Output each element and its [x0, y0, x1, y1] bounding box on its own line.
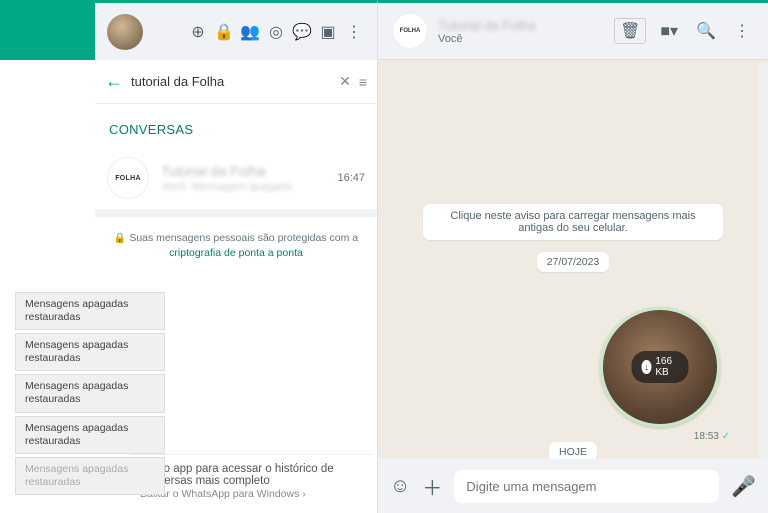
chat-header: FOLHA Tutorial da Folha Você 🗑 ■▾ 🔍 ⋮ — [378, 3, 768, 60]
chat-list-item[interactable]: FOLHA Tutorial da Folha Você: Mensagem a… — [95, 147, 377, 217]
overlay-item[interactable]: Mensagens apagadas restauradas — [15, 374, 165, 412]
clear-search-icon[interactable]: ✕ — [339, 73, 351, 90]
overlay-item[interactable]: Mensagens apagadas restauradas — [15, 416, 165, 454]
voice-media-thumbnail[interactable]: 166 KB — [600, 307, 720, 427]
composer: ☺ ＋ 🎤 — [378, 459, 768, 513]
chat-item-time: 16:47 — [337, 172, 365, 184]
overlay-item[interactable]: Mensagens apagadas restauradas — [15, 292, 165, 330]
lock-small-icon: 🔒 — [114, 233, 126, 244]
video-call-icon[interactable]: ■▾ — [656, 21, 682, 41]
promo-title: Use o app para acessar o histórico de co… — [140, 463, 363, 487]
chat-panel: FOLHA Tutorial da Folha Você 🗑 ■▾ 🔍 ⋮ Cl… — [378, 0, 768, 513]
check-icon: ✓ — [722, 431, 730, 442]
new-contact-icon[interactable]: ⊕ — [187, 21, 209, 43]
chat-menu-icon[interactable]: ⋮ — [730, 21, 754, 41]
search-bar: ← ✕ ≡ — [95, 60, 377, 104]
search-input[interactable] — [131, 74, 331, 89]
message-meta: 18:53 ✓ — [600, 431, 740, 442]
mic-icon[interactable]: 🎤 — [731, 474, 756, 499]
notification-overlay: Mensagens apagadas restauradas Mensagens… — [15, 292, 165, 498]
media-message[interactable]: 166 KB 18:53 ✓ — [600, 307, 740, 442]
section-label: CONVERSAS — [95, 104, 377, 147]
communities-icon[interactable]: 👥 — [239, 21, 261, 43]
user-avatar[interactable] — [107, 14, 143, 50]
chat-item-subtitle: Você: Mensagem apagada — [161, 181, 337, 193]
overlay-item[interactable]: Mensagens apagadas restauradas — [15, 333, 165, 371]
overlay-item[interactable]: Mensagens apagadas restauradas — [15, 457, 165, 495]
add-icon[interactable]: ▣ — [317, 21, 339, 43]
search-chat-icon[interactable]: 🔍 — [692, 21, 720, 41]
message-input[interactable] — [454, 470, 719, 503]
chat-header-avatar[interactable]: FOLHA — [392, 13, 428, 49]
archive-icon[interactable]: 🗑 — [614, 18, 646, 44]
left-header: ⊕ 🔒 👥 ◎ 💬 ▣ ⋮ — [95, 3, 377, 60]
promo-subtitle: Baixar o WhatsApp para Windows › — [140, 488, 363, 500]
chat-item-avatar: FOLHA — [107, 157, 149, 199]
chat-header-title: Tutorial da Folha — [438, 18, 604, 33]
chat-body: Clique neste aviso para carregar mensage… — [378, 60, 768, 459]
new-chat-icon[interactable]: 💬 — [291, 21, 313, 43]
brand-bar — [0, 3, 95, 60]
date-pill: 27/07/2023 — [537, 252, 610, 272]
filter-icon[interactable]: ≡ — [359, 74, 367, 90]
encryption-notice: 🔒Suas mensagens pessoais são protegidas … — [95, 217, 377, 275]
attach-icon[interactable]: ＋ — [422, 472, 442, 501]
system-load-notice[interactable]: Clique neste aviso para carregar mensage… — [423, 204, 724, 240]
chat-header-subtitle: Você — [438, 33, 604, 45]
download-badge[interactable]: 166 KB — [632, 351, 689, 383]
search-back-icon[interactable]: ← — [105, 71, 123, 92]
menu-icon[interactable]: ⋮ — [343, 21, 365, 43]
chat-item-title: Tutorial da Folha — [161, 163, 337, 179]
lock-icon[interactable]: 🔒 — [213, 21, 235, 43]
encryption-link[interactable]: criptografia de ponta a ponta — [169, 247, 303, 259]
date-pill-today: HOJE — [549, 442, 597, 459]
scrollbar[interactable] — [759, 63, 768, 459]
promo-banner[interactable]: ✆ Use o app para acessar o histórico de … — [130, 454, 373, 508]
emoji-icon[interactable]: ☺ — [390, 475, 410, 498]
status-icon[interactable]: ◎ — [265, 21, 287, 43]
